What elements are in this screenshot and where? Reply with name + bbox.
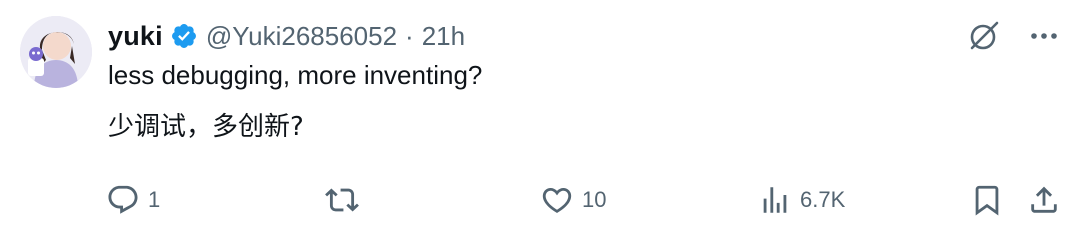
separator-dot: · [405,20,414,51]
share-button[interactable] [1027,183,1061,217]
verified-badge-icon [170,22,198,50]
like-count: 10 [582,187,607,212]
like-button[interactable]: 10 [540,183,606,217]
reply-count: 1 [148,187,161,212]
views-button[interactable]: 6.7K [758,183,845,217]
user-handle[interactable]: @Yuki26856052 [206,21,397,52]
bookmark-button[interactable] [970,183,1004,217]
tweet-actions: 1 10 6.7K [0,183,1080,223]
tweet-text-line: 少调试，多创新? [108,112,304,142]
views-icon [763,187,787,213]
tweet-text-line: less debugging, more inventing? [108,60,483,90]
grok-icon[interactable] [966,18,1002,54]
retweet-button[interactable] [325,183,367,217]
more-options-icon[interactable] [1028,20,1060,52]
display-name[interactable]: yuki [108,21,163,52]
bookmark-icon [975,185,999,216]
timestamp[interactable]: 21h [422,21,465,52]
retweet-icon [325,188,359,212]
reply-icon [108,185,138,214]
avatar-image [20,16,92,88]
reply-button[interactable]: 1 [106,183,160,217]
top-actions [966,18,1060,54]
tweet-card[interactable]: yuki @Yuki26856052 · 21h less debugging, [0,0,1080,240]
like-icon [542,187,572,213]
avatar[interactable] [20,16,92,88]
views-count: 6.7K [800,187,846,212]
tweet-header: yuki @Yuki26856052 · 21h [108,16,465,56]
share-icon [1031,186,1057,213]
